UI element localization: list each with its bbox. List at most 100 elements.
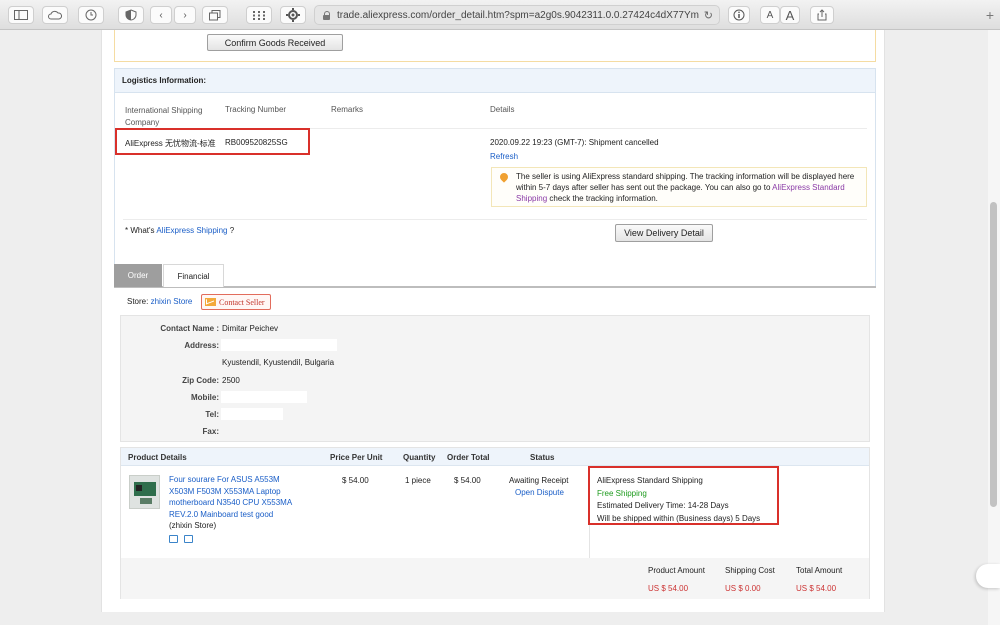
history-button[interactable]	[78, 6, 104, 24]
aliexpress-shipping-link[interactable]: AliExpress Shipping	[156, 226, 227, 235]
address-label: Address:	[184, 341, 219, 350]
open-dispute-link[interactable]: Open Dispute	[515, 488, 564, 497]
header-product-details: Product Details	[128, 453, 187, 462]
notice-text: The seller is using AliExpress standard …	[516, 171, 862, 204]
floating-side-button[interactable]	[976, 564, 1000, 588]
shield-icon	[125, 9, 137, 21]
chevron-left-icon: ‹	[159, 9, 163, 21]
view-delivery-detail-button[interactable]: View Delivery Detail	[615, 224, 713, 242]
forward-button[interactable]: ›	[174, 6, 196, 24]
product-amount-value: US $ 54.00	[648, 584, 689, 593]
mail-icon	[205, 298, 216, 306]
snapshot-icon[interactable]	[184, 535, 193, 543]
favorites-grid-button[interactable]	[246, 6, 272, 24]
total-amount-label: Total Amount	[796, 566, 843, 575]
total-amount-value: US $ 54.00	[796, 584, 837, 593]
order-tabs: Order Financial	[114, 264, 876, 288]
fax-label: Fax:	[202, 427, 219, 436]
contact-name-label: Contact Name :	[160, 324, 219, 333]
product-table-header: Product Details Price Per Unit Quantity …	[121, 448, 869, 466]
tracking-notice: The seller is using AliExpress standard …	[491, 167, 867, 207]
product-table: Product Details Price Per Unit Quantity …	[120, 447, 870, 599]
col-header-tracking: Tracking Number	[225, 105, 287, 114]
ship-within: Will be shipped within (Business days) 5…	[597, 513, 761, 523]
col-header-remarks: Remarks	[331, 105, 364, 114]
product-store-note: (zhixin Store)	[169, 521, 217, 530]
confirm-section: Confirm Goods Received	[114, 30, 876, 62]
reader-info-button[interactable]	[728, 6, 750, 24]
shipping-company: AliExpress 无忧物流-标准	[125, 139, 216, 148]
grid-icon	[253, 10, 265, 20]
location-pin-icon	[498, 171, 510, 183]
divider	[123, 219, 867, 220]
order-summary: Product Amount US $ 54.00 Shipping Cost …	[121, 558, 869, 599]
sidebar-toggle-button[interactable]	[8, 6, 34, 24]
zip-code-label: Zip Code:	[182, 376, 219, 385]
address-value: Kyustendil, Kyustendil, Bulgaria	[222, 358, 335, 367]
sidebar-icon	[14, 10, 28, 20]
increase-font-button[interactable]: A	[780, 6, 800, 24]
header-price-per-unit: Price Per Unit	[330, 453, 383, 462]
redacted-field	[221, 391, 307, 403]
zip-code-value: 2500	[222, 376, 240, 385]
gear-icon	[286, 8, 300, 22]
order-total-value: $ 54.00	[454, 476, 481, 485]
shipping-cost-label: Shipping Cost	[725, 566, 775, 575]
col-header-company: International Shipping Company	[125, 106, 203, 127]
whats-prefix: * What's	[125, 226, 155, 235]
page-scrollbar-thumb[interactable]	[990, 202, 997, 507]
shipping-method: AliExpress Standard Shipping	[597, 476, 703, 485]
share-button[interactable]	[810, 6, 834, 24]
refresh-link[interactable]: Refresh	[490, 152, 518, 161]
mobile-label: Mobile:	[191, 393, 219, 402]
notice-tail: check the tracking information.	[549, 194, 658, 203]
tabs-icon	[209, 9, 221, 20]
order-detail-page: Confirm Goods Received Logistics Informa…	[101, 30, 885, 612]
product-amount-label: Product Amount	[648, 566, 705, 575]
free-shipping-label: Free Shipping	[597, 488, 647, 498]
privacy-report-button[interactable]	[118, 6, 144, 24]
store-label: Store:	[127, 297, 149, 306]
product-title-line: X503M F503M X553MA Laptop	[169, 486, 281, 496]
share-icon	[817, 9, 827, 21]
reload-icon[interactable]: ↻	[704, 9, 713, 22]
header-quantity: Quantity	[403, 453, 436, 462]
header-status: Status	[530, 453, 555, 462]
chevron-right-icon: ›	[183, 9, 187, 21]
col-header-details: Details	[490, 105, 515, 114]
decrease-font-button[interactable]: A	[760, 6, 780, 24]
tab-order[interactable]: Order	[114, 264, 162, 287]
estimated-delivery: Estimated Delivery Time: 14-28 Days	[597, 501, 729, 510]
logistics-panel: Logistics Information: International Shi…	[114, 68, 876, 288]
back-button[interactable]: ‹	[150, 6, 172, 24]
contact-seller-button[interactable]: Contact Seller	[201, 294, 271, 310]
cloud-icon	[48, 10, 62, 20]
product-title-line: motherboard N3540 CPU X553MA	[169, 498, 293, 507]
quantity-value: 1 piece	[405, 476, 431, 485]
info-icon	[733, 9, 745, 21]
shipping-address-box: Contact Name : Dimitar Peichev Address: …	[120, 315, 870, 442]
shipping-truck-icon[interactable]	[169, 535, 178, 543]
clock-icon	[85, 9, 97, 21]
confirm-goods-received-button[interactable]: Confirm Goods Received	[207, 34, 343, 51]
url-text: trade.aliexpress.com/order_detail.htm?sp…	[337, 9, 699, 21]
address-bar[interactable]: trade.aliexpress.com/order_detail.htm?sp…	[314, 5, 720, 25]
unit-price: $ 54.00	[342, 476, 369, 485]
tab-overview-button[interactable]	[202, 6, 228, 24]
lock-icon	[323, 10, 331, 20]
whats-shipping-note: * What's AliExpress Shipping ?	[125, 226, 234, 235]
product-title-link[interactable]: Four sourare For ASUS A553M X503M F503M …	[169, 474, 292, 520]
whats-suffix: ?	[229, 226, 235, 235]
redacted-field	[221, 339, 337, 351]
extension-button[interactable]	[280, 6, 306, 24]
redacted-field	[221, 408, 283, 420]
product-thumbnail[interactable]	[129, 475, 160, 509]
tab-financial[interactable]: Financial	[163, 264, 224, 287]
shipping-info: AliExpress Standard Shipping Free Shippi…	[597, 475, 760, 525]
store-name-link[interactable]: zhixin Store	[151, 297, 193, 306]
icloud-tabs-button[interactable]	[42, 6, 68, 24]
logistics-title: Logistics Information:	[115, 69, 875, 93]
tel-label: Tel:	[205, 410, 219, 419]
browser-toolbar: ‹ › trade.aliexpress.com/order_detail.ht…	[0, 0, 1000, 30]
new-tab-icon[interactable]: +	[986, 7, 994, 23]
